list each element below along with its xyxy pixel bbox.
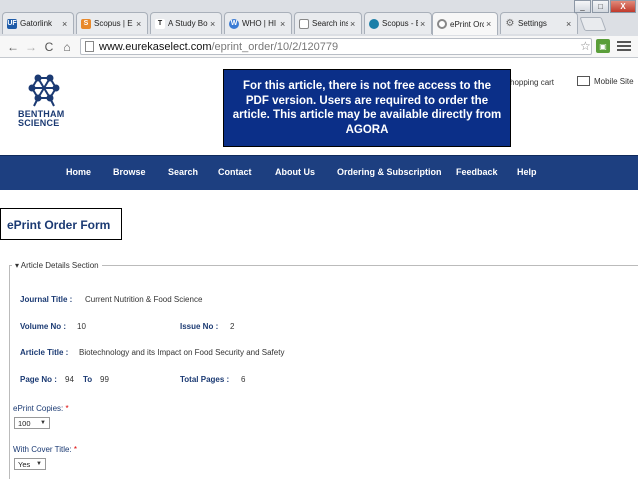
tab-strip: UF Gatorlink × S Scopus | E × T A Study …	[0, 0, 638, 36]
tab-label: ePrint Ord	[450, 19, 484, 29]
tab-scopus-2[interactable]: Scopus - E ×	[364, 12, 432, 34]
eprint-copies-value: 100	[18, 418, 31, 428]
mobile-site-link[interactable]: Mobile Site	[577, 76, 634, 86]
nav-search[interactable]: Search	[168, 167, 198, 177]
web-page: BENTHAM SCIENCE hopping cart Mobile Site…	[0, 58, 638, 479]
menu-icon[interactable]	[617, 39, 631, 53]
new-tab-button[interactable]	[579, 17, 607, 31]
url-path: /eprint_order/10/2/120779	[211, 40, 339, 53]
home-icon[interactable]: ⌂	[60, 39, 74, 55]
article-title-label: Article Title :	[20, 348, 69, 357]
uf-favicon-icon: UF	[7, 18, 17, 29]
tab-label: Settings	[518, 19, 547, 28]
maximize-button[interactable]: □	[592, 0, 609, 13]
nav-about[interactable]: About Us	[275, 167, 315, 177]
nav-help[interactable]: Help	[517, 167, 537, 177]
close-icon[interactable]: ×	[62, 19, 70, 29]
tab-gatorlink[interactable]: UF Gatorlink ×	[2, 12, 74, 34]
annotation-callout: For this article, there is not free acce…	[223, 69, 511, 147]
required-mark: *	[73, 445, 78, 454]
tab-label: WHO | HI	[242, 19, 277, 28]
loading-spinner-icon	[437, 19, 447, 29]
shopping-cart-link[interactable]: hopping cart	[510, 78, 554, 87]
address-bar[interactable]: www.eurekaselect.com/eprint_order/10/2/1…	[80, 38, 592, 55]
mobile-site-label: Mobile Site	[594, 76, 634, 86]
nav-browse[interactable]: Browse	[113, 167, 146, 177]
back-icon[interactable]: ←	[6, 39, 20, 55]
section-legend[interactable]: ▾ Article Details Section	[12, 261, 102, 270]
cover-title-select[interactable]: Yes ▼	[14, 458, 46, 470]
page-no-label: Page No :	[20, 375, 57, 384]
volume-label: Volume No :	[20, 322, 67, 331]
tab-scopus[interactable]: S Scopus | E ×	[76, 12, 148, 34]
nav-ordering[interactable]: Ordering & Subscription	[337, 167, 442, 177]
reload-icon[interactable]: C	[42, 39, 56, 55]
bookmark-star-icon[interactable]: ☆	[580, 39, 591, 53]
journal-title-label: Journal Title :	[20, 295, 73, 304]
dropdown-arrow-icon: ▼	[36, 461, 42, 467]
tab-label: Search ins	[312, 19, 348, 28]
tab-settings[interactable]: ⚙ Settings ×	[500, 12, 578, 34]
cover-title-text: With Cover Title:	[13, 445, 72, 454]
eprint-copies-select[interactable]: 100 ▼	[14, 417, 50, 429]
issue-value: 2	[230, 322, 235, 331]
tab-label: A Study Bo	[168, 19, 208, 28]
tab-who[interactable]: W WHO | HI ×	[224, 12, 292, 34]
cover-title-value: Yes	[18, 459, 31, 469]
gear-icon: ⚙	[505, 18, 515, 29]
scopus-favicon-icon: S	[81, 18, 91, 29]
total-pages-value: 6	[241, 375, 246, 384]
browser-toolbar: ← → C ⌂ www.eurekaselect.com/eprint_orde…	[0, 36, 638, 58]
window-controls: _ □ X	[573, 0, 636, 13]
main-nav: Home Browse Search Contact About Us Orde…	[0, 155, 638, 190]
page-to-label: To	[83, 375, 93, 384]
page-from-value: 94	[65, 375, 74, 384]
nav-contact[interactable]: Contact	[218, 167, 252, 177]
extension-icon[interactable]: ▣	[596, 39, 610, 53]
close-icon[interactable]: ×	[280, 19, 288, 29]
nyt-favicon-icon: T	[155, 18, 165, 29]
nav-home[interactable]: Home	[66, 167, 91, 177]
required-mark: *	[65, 404, 69, 413]
scopus-circle-icon	[369, 18, 379, 29]
total-pages-label: Total Pages :	[180, 375, 230, 384]
close-icon[interactable]: ×	[566, 19, 574, 29]
tab-study[interactable]: T A Study Bo ×	[150, 12, 222, 34]
forward-icon[interactable]: →	[24, 39, 38, 55]
issue-label: Issue No :	[180, 322, 219, 331]
journal-title-value: Current Nutrition & Food Science	[85, 295, 203, 304]
close-icon[interactable]: ×	[350, 19, 358, 29]
url-domain: www.eurekaselect.com	[99, 40, 212, 53]
article-title-value: Biotechnology and its Impact on Food Sec…	[79, 348, 285, 357]
close-icon[interactable]: ×	[420, 19, 428, 29]
monitor-icon	[577, 76, 590, 86]
who-favicon-icon: W	[229, 18, 239, 29]
page-to-value: 99	[100, 375, 109, 384]
page-title: ePrint Order Form	[0, 208, 122, 240]
page-favicon-icon	[299, 18, 309, 29]
eprint-copies-label: ePrint Copies: *	[13, 404, 69, 413]
tab-label: Scopus - E	[382, 19, 418, 28]
dropdown-arrow-icon: ▼	[40, 420, 46, 426]
close-icon[interactable]: ×	[136, 19, 144, 29]
tab-eprint[interactable]: ePrint Ord ×	[432, 12, 498, 35]
browser-window: UF Gatorlink × S Scopus | E × T A Study …	[0, 0, 638, 479]
volume-value: 10	[77, 322, 86, 331]
cover-title-label: With Cover Title: *	[13, 445, 77, 454]
close-icon[interactable]: ×	[486, 19, 494, 29]
tab-search[interactable]: Search ins ×	[294, 12, 362, 34]
close-icon[interactable]: ×	[210, 19, 218, 29]
tab-label: Gatorlink	[20, 19, 53, 28]
close-window-button[interactable]: X	[610, 0, 636, 13]
logo-line-2: SCIENCE	[18, 118, 60, 128]
minimize-button[interactable]: _	[574, 0, 591, 13]
nav-feedback[interactable]: Feedback	[456, 167, 498, 177]
logo-text: BENTHAM SCIENCE	[18, 110, 64, 128]
eprint-copies-text: ePrint Copies:	[13, 404, 64, 413]
page-icon	[85, 41, 94, 52]
tab-label: Scopus | E	[94, 19, 133, 28]
